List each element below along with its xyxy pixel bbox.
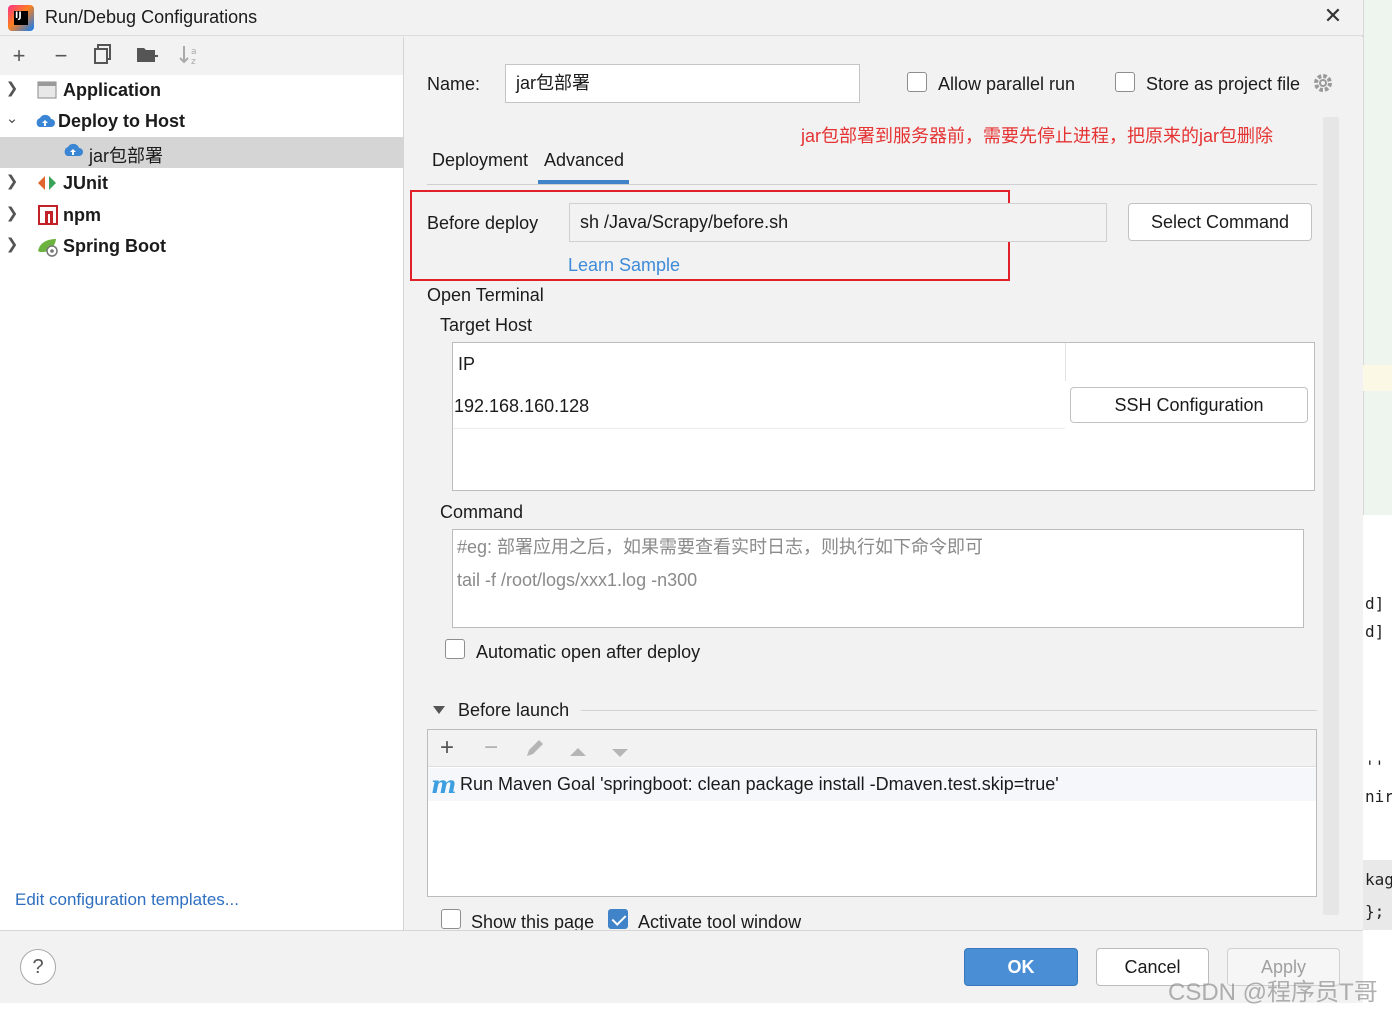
- before-launch-list: + − m Run Maven Goal 'springboot: clean …: [427, 729, 1317, 897]
- configuration-tree-panel: + − az ❯ Application ⌄ Deploy to Host ja…: [0, 37, 404, 930]
- before-deploy-input[interactable]: sh /Java/Scrapy/before.sh: [569, 203, 1107, 242]
- name-input[interactable]: jar包部署: [505, 64, 860, 103]
- ip-value: 192.168.160.128: [454, 396, 590, 416]
- tree-item-label: Spring Boot: [63, 236, 166, 256]
- background-code-line: kag: [1365, 870, 1392, 889]
- chevron-right-icon[interactable]: ❯: [4, 235, 20, 253]
- activate-tool-checkbox[interactable]: [608, 909, 628, 929]
- move-down-icon[interactable]: [610, 743, 630, 764]
- tree-item-application[interactable]: ❯ Application: [0, 75, 403, 106]
- maven-goal-label: Run Maven Goal 'springboot: clean packag…: [460, 774, 1059, 794]
- table-column-divider: [1065, 343, 1066, 381]
- sort-icon[interactable]: az: [176, 43, 202, 69]
- show-page-checkbox[interactable]: [441, 909, 461, 929]
- background-code-line: nir: [1365, 787, 1392, 806]
- gear-icon[interactable]: [1312, 72, 1334, 99]
- edit-templates-link[interactable]: Edit configuration templates...: [15, 890, 239, 910]
- store-project-label: Store as project file: [1146, 74, 1301, 94]
- add-icon[interactable]: +: [440, 734, 454, 762]
- command-placeholder-line: tail -f /root/logs/xxx1.log -n300: [457, 570, 698, 590]
- background-editor-strip: [1363, 0, 1392, 515]
- configuration-form: Name: jar包部署 Allow parallel run Store as…: [405, 37, 1363, 932]
- help-button[interactable]: ?: [20, 949, 56, 985]
- cloud-upload-icon: [62, 141, 83, 159]
- remove-icon[interactable]: −: [48, 43, 74, 69]
- annotation-note: jar包部署到服务器前，需要先停止进程，把原来的jar包删除: [801, 126, 1274, 146]
- chevron-right-icon[interactable]: ❯: [4, 79, 20, 97]
- cloud-upload-icon: [34, 112, 55, 130]
- watermark: CSDN @程序员T哥: [1168, 979, 1378, 1006]
- junit-icon: [37, 174, 57, 192]
- triangle-down-icon[interactable]: [432, 700, 446, 721]
- background-code-line: };: [1365, 902, 1385, 921]
- command-label: Command: [440, 502, 524, 522]
- spring-boot-icon: [36, 237, 58, 257]
- tree-item-npm[interactable]: ❯ npm: [0, 200, 403, 231]
- learn-sample-link[interactable]: Learn Sample: [568, 255, 680, 276]
- tree-item-label: Application: [63, 80, 161, 100]
- tree-item-spring-boot[interactable]: ❯ Spring Boot: [0, 231, 403, 262]
- background-code-line: d]: [1365, 594, 1385, 613]
- before-launch-toolbar: + −: [428, 730, 1316, 767]
- tab-deployment[interactable]: Deployment: [432, 150, 528, 171]
- edit-icon[interactable]: [524, 737, 546, 764]
- svg-text:a: a: [191, 47, 197, 57]
- command-placeholder-line: #eg: 部署应用之后，如果需要查看实时日志，则执行如下命令即可: [457, 537, 984, 557]
- intellij-logo-icon: IJ: [8, 5, 34, 31]
- allow-parallel-checkbox[interactable]: [907, 72, 927, 92]
- select-command-button[interactable]: Select Command: [1128, 203, 1312, 241]
- tree-item-label: Deploy to Host: [58, 111, 186, 131]
- target-host-label: Target Host: [440, 315, 533, 335]
- tree-item-junit[interactable]: ❯ JUnit: [0, 168, 403, 199]
- title-bar: IJ Run/Debug Configurations ✕: [0, 0, 1363, 36]
- dialog-button-bar: ? OK Cancel Apply: [0, 930, 1363, 1003]
- application-icon: [37, 81, 57, 99]
- auto-open-checkbox[interactable]: [445, 639, 465, 659]
- npm-icon: [38, 205, 58, 225]
- ssh-configuration-button[interactable]: SSH Configuration: [1070, 387, 1308, 423]
- svg-text:z: z: [191, 57, 196, 67]
- allow-parallel-label: Allow parallel run: [938, 74, 1076, 94]
- before-launch-divider: [581, 710, 1317, 711]
- background-code-line: '': [1365, 757, 1385, 776]
- new-folder-icon[interactable]: [134, 43, 160, 69]
- ip-column-header: IP: [458, 354, 476, 374]
- tree-item-label: npm: [63, 205, 101, 225]
- list-item[interactable]: m Run Maven Goal 'springboot: clean pack…: [428, 768, 1316, 801]
- move-up-icon[interactable]: [568, 742, 588, 763]
- remove-icon[interactable]: −: [484, 734, 498, 762]
- tree-item-deploy-to-host[interactable]: ⌄ Deploy to Host: [0, 106, 403, 137]
- tabs-divider: [427, 184, 1317, 185]
- table-row[interactable]: 192.168.160.128: [453, 389, 1065, 429]
- open-terminal-label: Open Terminal: [427, 285, 544, 305]
- tree-item-label: jar包部署: [89, 146, 164, 166]
- tree-toolbar: + − az: [0, 37, 403, 75]
- name-label: Name:: [427, 74, 481, 94]
- run-debug-dialog: IJ Run/Debug Configurations ✕ + − az ❯ A…: [0, 0, 1363, 1003]
- tree-item-label: JUnit: [63, 173, 108, 193]
- before-deploy-label: Before deploy: [427, 213, 539, 233]
- vertical-scrollbar[interactable]: [1323, 117, 1339, 915]
- chevron-right-icon[interactable]: ❯: [4, 172, 20, 190]
- ok-button[interactable]: OK: [964, 948, 1078, 986]
- tab-advanced[interactable]: Advanced: [544, 150, 624, 171]
- chevron-down-icon[interactable]: ⌄: [4, 109, 20, 127]
- store-project-checkbox[interactable]: [1115, 72, 1135, 92]
- tree-item-jar-deploy[interactable]: jar包部署: [0, 137, 403, 168]
- background-editor-highlight: [1363, 365, 1392, 391]
- background-editor: d] d] '' nir kag };: [1363, 0, 1392, 1010]
- before-launch-label: Before launch: [458, 700, 570, 720]
- close-icon[interactable]: ✕: [1320, 3, 1346, 29]
- maven-icon: m: [431, 770, 457, 799]
- window-title: Run/Debug Configurations: [45, 7, 258, 27]
- target-host-table: IP 192.168.160.128 SSH Configuration: [452, 342, 1315, 491]
- chevron-right-icon[interactable]: ❯: [4, 204, 20, 222]
- auto-open-label: Automatic open after deploy: [476, 642, 701, 662]
- background-code-line: d]: [1365, 622, 1385, 641]
- copy-icon[interactable]: [90, 43, 116, 69]
- command-textarea[interactable]: #eg: 部署应用之后，如果需要查看实时日志，则执行如下命令即可 tail -f…: [452, 529, 1304, 628]
- add-icon[interactable]: +: [6, 43, 32, 69]
